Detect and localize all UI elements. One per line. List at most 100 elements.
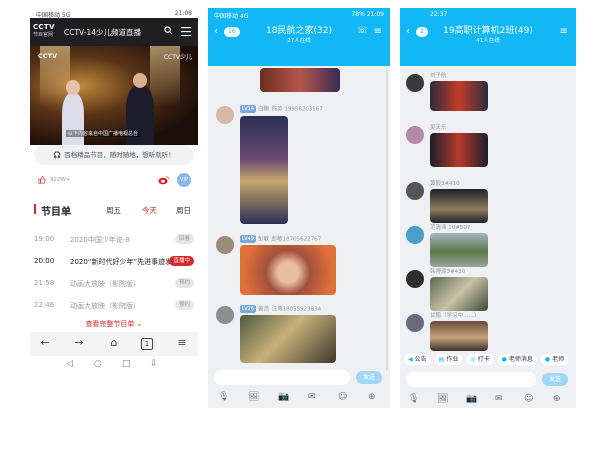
- image-message[interactable]: [430, 189, 488, 223]
- quick-teacher-messages[interactable]: ● 老师消息: [497, 354, 537, 365]
- quick-label: 作业: [446, 356, 459, 363]
- image-message[interactable]: [430, 277, 488, 311]
- image-icon[interactable]: 🖼: [437, 394, 448, 404]
- browser-nav-bar: ← → ⌂ 1 ≡: [30, 332, 198, 356]
- image-message[interactable]: [260, 68, 340, 92]
- scrollbar[interactable]: [386, 70, 388, 370]
- program-name: 2020“新时代好少年”先进事迹发布: [70, 258, 170, 266]
- avatar[interactable]: [406, 182, 424, 200]
- tab-today[interactable]: 今天: [142, 205, 157, 216]
- quick-homework[interactable]: ▤ 作业: [434, 354, 463, 365]
- tab-friday[interactable]: 周五: [106, 205, 121, 216]
- quick-announcement[interactable]: ◀ 公告: [404, 354, 431, 365]
- notice-text: 百档精品节目，随时随地，想听就听！: [64, 151, 175, 159]
- group-menu-icon[interactable]: ≡: [374, 26, 382, 37]
- avatar[interactable]: [406, 270, 424, 288]
- camera-icon[interactable]: 📷: [278, 392, 289, 402]
- red-packet-icon[interactable]: ✉: [308, 392, 316, 402]
- weibo-share-icon[interactable]: [158, 175, 170, 185]
- red-packet-icon[interactable]: ✉: [495, 394, 503, 404]
- view-full-schedule-link[interactable]: 查看完整节目单 ⌄: [30, 319, 198, 329]
- program-name: 动画大放映（影院版）: [70, 302, 140, 310]
- host-female: [62, 93, 84, 145]
- system-nav-extra-icon[interactable]: ⇩: [150, 359, 158, 369]
- message-sender: LV49 彭敏 彭敏18705622767: [240, 234, 321, 243]
- schedule-row[interactable]: 20:00 2020“新时代好少年”先进事迹发布 直播中: [30, 251, 198, 273]
- system-back-icon[interactable]: ◁: [66, 359, 73, 369]
- avatar[interactable]: [406, 314, 424, 332]
- headphones-icon: 🎧: [53, 151, 62, 159]
- chat-message: LV14 白鹏 陈英 19956203567: [216, 104, 386, 228]
- avatar[interactable]: [216, 236, 234, 254]
- sender-name: 彭敏: [258, 236, 270, 243]
- forward-arrow-icon[interactable]: →: [72, 336, 86, 350]
- schedule-row[interactable]: 22:46 动画大放映（影院版） 预约: [30, 295, 198, 317]
- tab-sunday[interactable]: 周日: [176, 205, 191, 216]
- send-button[interactable]: 发送: [542, 373, 568, 386]
- tabs-count-icon[interactable]: 1: [141, 338, 153, 350]
- member-level-badge: LV14: [240, 104, 257, 113]
- cctv-logo[interactable]: CCTV 节目官网: [33, 23, 59, 41]
- schedule-row[interactable]: 21:58 动画大放映（影院版） 预约: [30, 273, 198, 295]
- avatar[interactable]: [406, 226, 424, 244]
- message-sender: LV26 黄浩 汪博18055923834: [240, 304, 321, 313]
- menu-icon[interactable]: [181, 27, 191, 36]
- logo-sub: 节目官网: [33, 32, 54, 38]
- camera-icon[interactable]: 📷: [466, 394, 477, 404]
- image-message[interactable]: [430, 81, 488, 111]
- thumbs-up-icon[interactable]: [38, 176, 46, 184]
- composer-toolbar: 🎙 🖼 📷 ✉ ☺ ⊕: [400, 392, 576, 408]
- quick-teacher[interactable]: ● 老师: [540, 354, 569, 365]
- emoji-icon[interactable]: ☺: [338, 392, 347, 402]
- system-home-icon[interactable]: ○: [94, 359, 102, 369]
- video-screenshot-message[interactable]: [240, 116, 288, 224]
- reserve-badge[interactable]: 预约: [174, 278, 194, 288]
- avatar[interactable]: [406, 126, 424, 144]
- message-input[interactable]: [214, 370, 350, 385]
- program-name: 2020中国少年说-8: [70, 236, 130, 244]
- sender-name: 刘子航: [430, 73, 447, 79]
- home-icon[interactable]: ⌂: [107, 336, 121, 350]
- image-message[interactable]: [240, 315, 336, 363]
- audio-notice-banner[interactable]: 🎧 百档精品节目，随时随地，想听就听！: [34, 145, 194, 165]
- quick-label: 老师: [552, 356, 565, 363]
- image-icon[interactable]: 🖼: [248, 392, 259, 402]
- search-icon[interactable]: [164, 26, 173, 35]
- voice-icon[interactable]: 🎙: [218, 392, 229, 402]
- plus-icon[interactable]: ⊕: [368, 392, 376, 402]
- plus-icon[interactable]: ⊕: [553, 394, 561, 404]
- teacher-icon: ●: [501, 356, 507, 363]
- vip-badge[interactable]: VIP: [177, 173, 191, 187]
- chat-message: 范清涛 10#507: [406, 222, 574, 272]
- back-arrow-icon[interactable]: ←: [38, 336, 52, 350]
- live-video-player[interactable]: CCTV CCTV少儿 以下内容来自中国广播电视总台: [30, 46, 198, 145]
- avatar[interactable]: [216, 306, 234, 324]
- avatar[interactable]: [406, 74, 424, 92]
- group-menu-icon[interactable]: ≡: [560, 26, 568, 37]
- group-title[interactable]: 19高职计算机2班(49): [400, 23, 576, 36]
- image-message[interactable]: [430, 321, 488, 351]
- host-male-head: [133, 73, 147, 88]
- send-button[interactable]: 发送: [356, 371, 382, 384]
- program-name: 动画大放映（影院版）: [70, 280, 140, 288]
- live-badge[interactable]: 直播中: [169, 256, 194, 266]
- system-recents-icon[interactable]: □: [122, 359, 131, 369]
- quick-checkin[interactable]: ◎ 打卡: [466, 354, 494, 365]
- browser-menu-icon[interactable]: ≡: [175, 336, 189, 350]
- section-accent-bar: [34, 204, 36, 214]
- avatar[interactable]: [216, 106, 234, 124]
- chat-header: 22:37 ‹ 2 19高职计算机2班(49) 41人在线 ≡: [400, 8, 576, 66]
- replay-badge[interactable]: 回看: [174, 234, 194, 244]
- schedule-row[interactable]: 19:00 2020中国少年说-8 回看: [30, 229, 198, 251]
- sender-name: 韩博涛3#430: [430, 269, 466, 275]
- message-input[interactable]: [406, 372, 536, 387]
- reserve-badge[interactable]: 预约: [174, 300, 194, 310]
- voice-icon[interactable]: 🎙: [408, 394, 419, 404]
- emoji-icon[interactable]: ☺: [524, 394, 533, 404]
- image-message[interactable]: [430, 133, 488, 167]
- image-message[interactable]: [240, 245, 336, 295]
- chat-message: LV26 黄浩 汪博18055923834: [216, 304, 386, 366]
- voice-call-icon[interactable]: ☏: [357, 26, 368, 36]
- image-message[interactable]: [430, 233, 488, 267]
- megaphone-icon: ◀: [408, 356, 413, 363]
